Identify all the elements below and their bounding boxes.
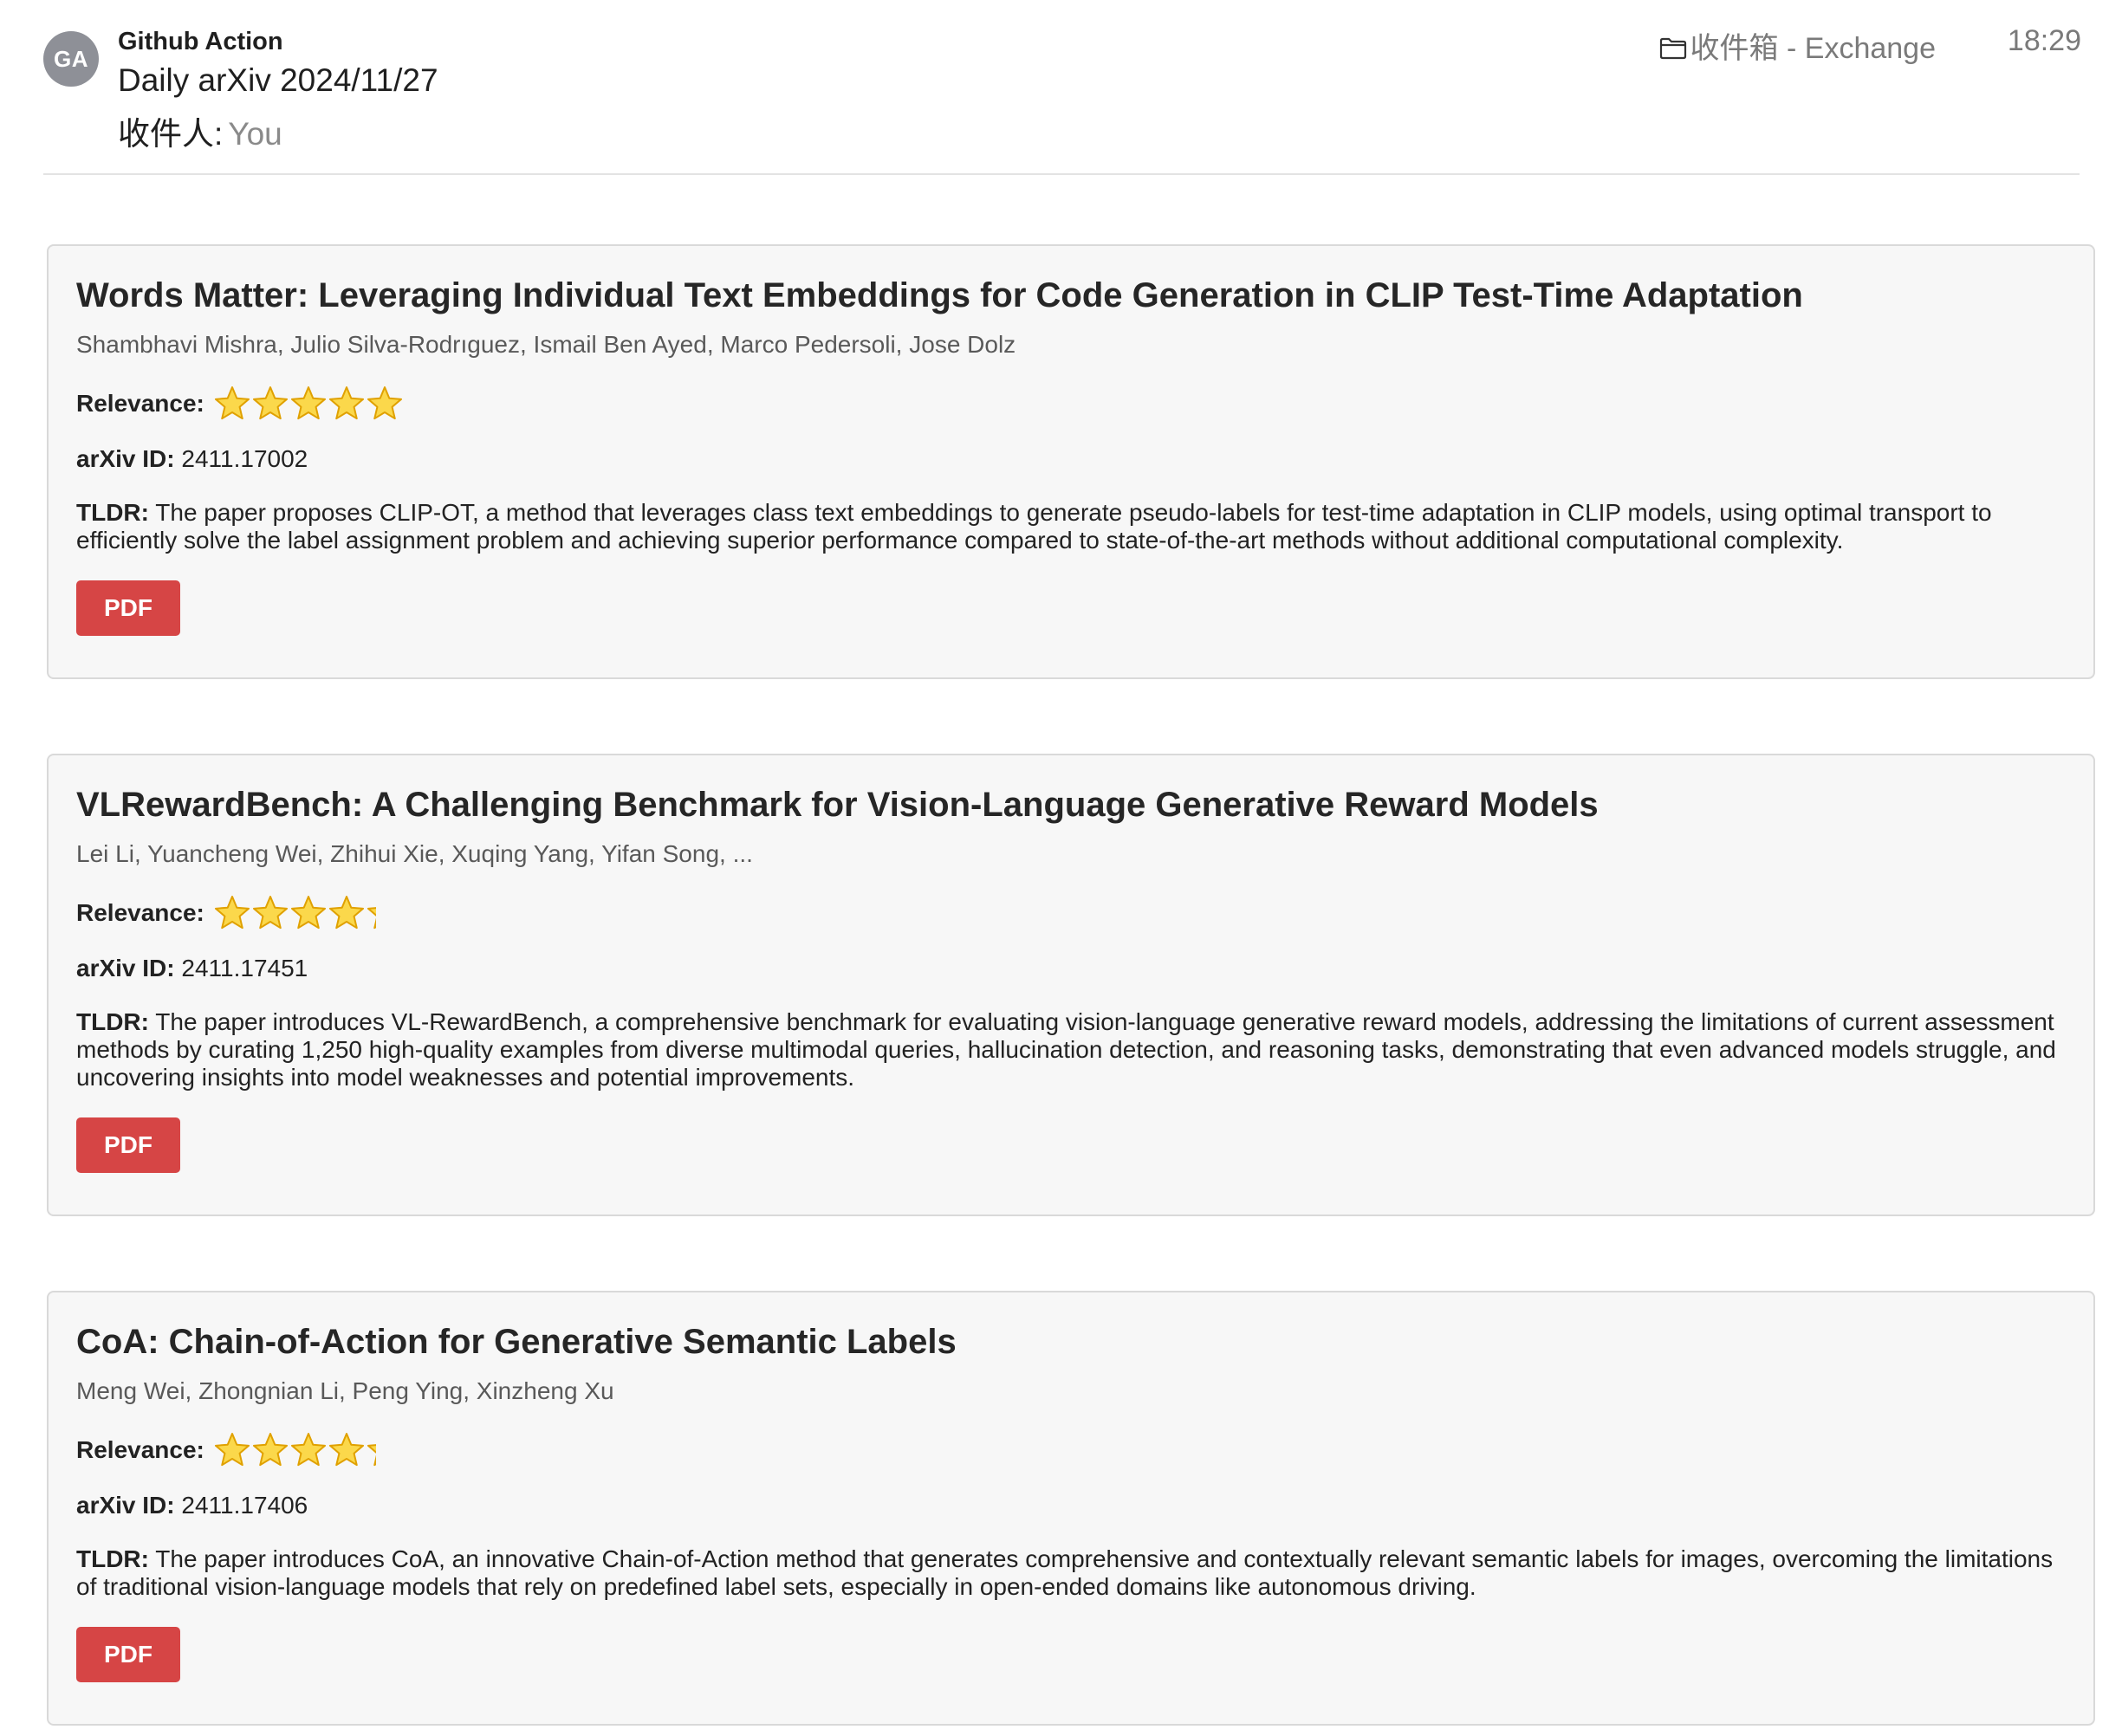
paper-authors: Meng Wei, Zhongnian Li, Peng Ying, Xinzh… (76, 1377, 614, 1404)
folder-label: 收件箱 - Exchange (1690, 32, 1936, 65)
tldr-label: TLDR: (76, 1008, 149, 1035)
tldr-row: TLDR: The paper introduces VL-RewardBenc… (76, 1008, 2066, 1091)
star-icon (328, 1431, 366, 1469)
paper-authors: Lei Li, Yuancheng Wei, Zhihui Xie, Xuqin… (76, 840, 753, 867)
tldr-text: The paper proposes CLIP-OT, a method tha… (76, 499, 1992, 554)
star-icon (289, 894, 328, 932)
pdf-button[interactable]: PDF (76, 1627, 180, 1682)
star-icon (251, 1431, 289, 1469)
arxiv-id-label: arXiv ID: (76, 955, 175, 981)
tldr-text: The paper introduces CoA, an innovative … (76, 1545, 2054, 1600)
paper-title: VLRewardBench: A Challenging Benchmark f… (76, 786, 1599, 824)
tldr-row: TLDR: The paper introduces CoA, an innov… (76, 1545, 2066, 1601)
star-icon (289, 385, 328, 423)
paper-title: Words Matter: Leveraging Individual Text… (76, 276, 1803, 314)
relevance-row: Relevance: (76, 1431, 2066, 1469)
star-icon (213, 894, 251, 932)
recipient-row: 收件人: You (118, 107, 282, 154)
header-divider (43, 173, 2080, 175)
star-icon (289, 1431, 328, 1469)
star-icon (328, 894, 366, 932)
arxiv-id-value: 2411.17002 (181, 445, 308, 472)
mail-folder[interactable]: 收件箱 - Exchange (1659, 24, 1936, 67)
tldr-label: TLDR: (76, 499, 149, 526)
arxiv-id-row: arXiv ID: 2411.17406 (76, 1490, 2066, 1521)
folder-icon (1659, 37, 1686, 59)
paper-card: CoA: Chain-of-Action for Generative Sema… (47, 1291, 2095, 1726)
arxiv-id-label: arXiv ID: (76, 445, 175, 472)
relevance-label: Relevance: (76, 390, 204, 417)
paper-card: Words Matter: Leveraging Individual Text… (47, 244, 2095, 679)
relevance-label: Relevance: (76, 899, 204, 926)
mail-time: 18:29 (2007, 24, 2081, 57)
pdf-button[interactable]: PDF (76, 580, 180, 636)
half-star-icon (366, 894, 376, 932)
tldr-text: The paper introduces VL-RewardBench, a c… (76, 1008, 2056, 1091)
tldr-label: TLDR: (76, 1545, 149, 1572)
arxiv-id-label: arXiv ID: (76, 1492, 175, 1519)
relevance-label: Relevance: (76, 1436, 204, 1463)
arxiv-id-value: 2411.17406 (181, 1492, 308, 1519)
relevance-row: Relevance: (76, 385, 2066, 423)
arxiv-id-value: 2411.17451 (181, 955, 308, 981)
star-icon (366, 385, 404, 423)
star-icon (328, 385, 366, 423)
sender-name[interactable]: Github Action (118, 28, 283, 56)
mail-subject: Daily arXiv 2024/11/27 (118, 62, 438, 98)
recipient-label: 收件人: (118, 116, 224, 152)
star-icon (251, 894, 289, 932)
star-icon (213, 385, 251, 423)
paper-title: CoA: Chain-of-Action for Generative Sema… (76, 1323, 957, 1361)
mail-header: GA Github Action Daily arXiv 2024/11/27 … (0, 0, 2109, 175)
pdf-button[interactable]: PDF (76, 1117, 180, 1173)
star-icon (213, 1431, 251, 1469)
relevance-stars (213, 894, 376, 932)
arxiv-id-row: arXiv ID: 2411.17002 (76, 444, 2066, 475)
avatar[interactable]: GA (43, 31, 99, 87)
recipient-value[interactable]: You (228, 116, 282, 152)
half-star-icon (366, 1431, 376, 1469)
arxiv-id-row: arXiv ID: 2411.17451 (76, 953, 2066, 984)
relevance-stars (213, 385, 404, 423)
paper-authors: Shambhavi Mishra, Julio Silva-Rodrıguez,… (76, 331, 1016, 358)
star-icon (251, 385, 289, 423)
relevance-row: Relevance: (76, 894, 2066, 932)
paper-card: VLRewardBench: A Challenging Benchmark f… (47, 754, 2095, 1216)
relevance-stars (213, 1431, 376, 1469)
tldr-row: TLDR: The paper proposes CLIP-OT, a meth… (76, 499, 2066, 554)
